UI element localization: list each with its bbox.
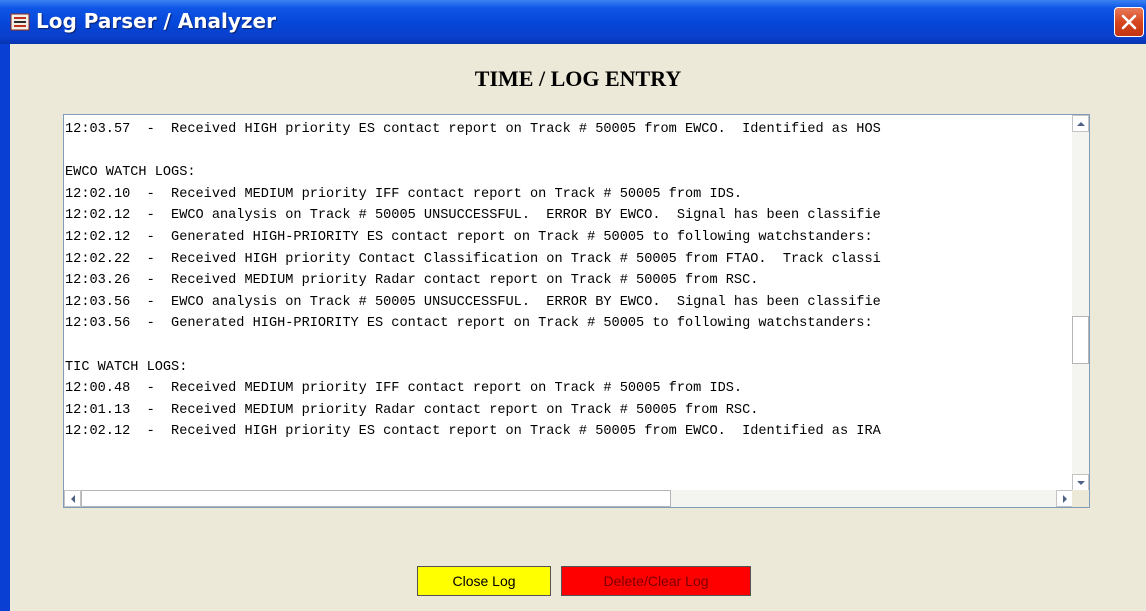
log-line: 12:00.48 - Received MEDIUM priority IFF … — [65, 381, 743, 397]
log-line: 12:03.57 - Received HIGH priority ES con… — [65, 122, 881, 137]
log-line: 12:03.56 - EWCO analysis on Track # 5000… — [65, 294, 881, 310]
scroll-left-button[interactable] — [64, 490, 81, 507]
window-title: Log Parser / Analyzer — [36, 9, 276, 33]
close-button[interactable] — [1114, 7, 1144, 37]
client-area: TIME / LOG ENTRY 12:03.57 - Received HIG… — [10, 44, 1146, 611]
arrow-down-icon — [1077, 481, 1085, 485]
title-bar[interactable]: Log Parser / Analyzer — [0, 0, 1146, 44]
scroll-right-button[interactable] — [1056, 490, 1073, 507]
log-content[interactable]: 12:03.57 - Received HIGH priority ES con… — [64, 119, 1073, 489]
vertical-scrollbar[interactable] — [1072, 115, 1089, 491]
log-line: 12:02.12 - Received HIGH priority ES con… — [65, 424, 881, 440]
app-icon — [10, 12, 30, 32]
log-line: 12:02.22 - Received HIGH priority Contac… — [65, 251, 881, 267]
log-line: 12:01.13 - Received MEDIUM priority Rada… — [65, 402, 759, 418]
arrow-left-icon — [71, 495, 75, 503]
log-line: 12:02.10 - Received MEDIUM priority IFF … — [65, 186, 743, 202]
horizontal-scrollbar[interactable] — [64, 490, 1073, 507]
scrollbar-corner — [1072, 490, 1089, 507]
log-line: 12:03.26 - Received MEDIUM priority Rada… — [65, 273, 759, 289]
arrow-right-icon — [1063, 495, 1067, 503]
horizontal-scroll-thumb[interactable] — [81, 490, 671, 507]
log-heading: TIME / LOG ENTRY — [474, 66, 682, 91]
scroll-up-button[interactable] — [1072, 115, 1089, 132]
log-line: TIC WATCH LOGS: — [65, 359, 188, 375]
vertical-scroll-thumb[interactable] — [1072, 316, 1089, 364]
delete-clear-log-button[interactable]: Delete/Clear Log — [561, 566, 751, 596]
close-log-button[interactable]: Close Log — [417, 566, 551, 596]
log-line: 12:02.12 - Generated HIGH-PRIORITY ES co… — [65, 229, 873, 245]
close-icon — [1121, 14, 1137, 30]
log-line: EWCO WATCH LOGS: — [65, 165, 196, 181]
arrow-up-icon — [1077, 122, 1085, 126]
log-text-area[interactable]: 12:03.57 - Received HIGH priority ES con… — [63, 114, 1090, 508]
app-window: Log Parser / Analyzer TIME / LOG ENTRY 1… — [0, 0, 1146, 611]
scroll-down-button[interactable] — [1072, 474, 1089, 491]
log-line: 12:02.12 - EWCO analysis on Track # 5000… — [65, 208, 881, 224]
log-line: 12:03.56 - Generated HIGH-PRIORITY ES co… — [65, 316, 873, 332]
